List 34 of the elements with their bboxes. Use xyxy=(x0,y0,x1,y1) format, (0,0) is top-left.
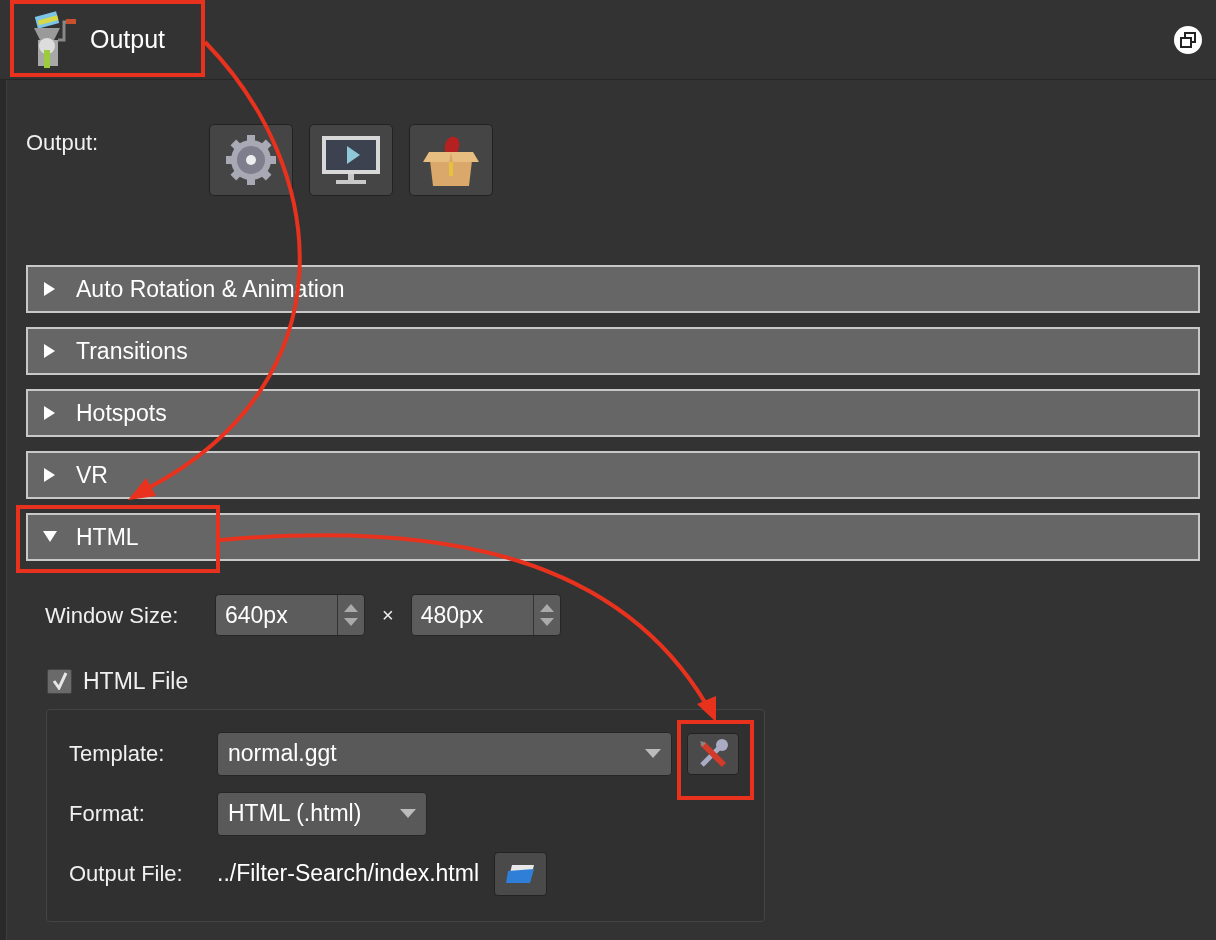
template-dropdown[interactable]: normal.ggt xyxy=(217,731,672,776)
splitter-handle[interactable] xyxy=(0,80,7,940)
restore-window-button[interactable] xyxy=(1174,25,1202,54)
output-file-label: Output File: xyxy=(69,860,184,888)
restore-icon xyxy=(1179,30,1197,49)
section-header[interactable]: HTML xyxy=(26,513,1200,561)
window-size-label: Window Size: xyxy=(45,601,180,630)
step-up-arrow-icon[interactable] xyxy=(539,604,554,612)
package-button[interactable] xyxy=(409,124,493,196)
step-up-arrow-icon[interactable] xyxy=(344,604,358,612)
width-spinbox[interactable]: 640px xyxy=(215,594,365,636)
html-file-checkbox[interactable] xyxy=(47,668,72,694)
settings-button[interactable] xyxy=(209,124,293,196)
format-label: Format: xyxy=(69,800,146,828)
step-down-arrow-icon[interactable] xyxy=(344,618,358,626)
caret-icon xyxy=(400,809,416,818)
step-down-arrow-icon[interactable] xyxy=(539,618,554,626)
section-header[interactable]: Transitions xyxy=(26,327,1200,375)
section-header[interactable]: Hotspots xyxy=(26,389,1200,437)
section-header[interactable]: VR xyxy=(26,451,1200,499)
template-tools-button[interactable] xyxy=(687,732,739,775)
output-file-path: ../Filter-Search/index.html xyxy=(217,859,480,889)
height-spinbox[interactable]: 480px xyxy=(410,594,561,636)
format-dropdown[interactable]: HTML (.html) xyxy=(217,791,427,836)
output-label: Output: xyxy=(26,129,100,157)
times-sign: × xyxy=(382,603,394,628)
preview-button[interactable] xyxy=(309,124,393,196)
browse-button[interactable] xyxy=(494,851,548,896)
html-file-label: HTML File xyxy=(83,667,189,696)
panel-title: Output xyxy=(90,23,166,55)
folder-icon xyxy=(505,862,536,885)
template-label: Template: xyxy=(69,740,166,768)
caret-icon xyxy=(645,749,661,758)
expanded-triangle-icon xyxy=(42,531,58,543)
